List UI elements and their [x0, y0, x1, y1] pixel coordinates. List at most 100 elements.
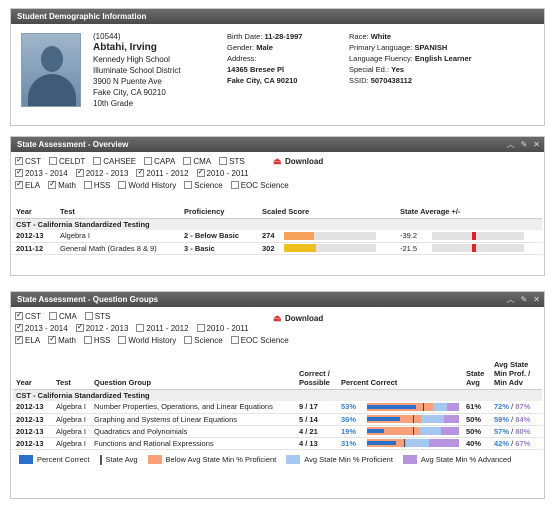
checkbox-box[interactable]: [144, 157, 153, 165]
checkbox-box[interactable]: [84, 312, 93, 320]
checkbox-box[interactable]: [15, 167, 23, 177]
checkbox-box[interactable]: [196, 167, 205, 177]
checkbox-box[interactable]: [15, 310, 23, 320]
checkbox-box[interactable]: [48, 179, 57, 189]
subject-filter-checkbox[interactable]: EOC Science: [230, 336, 289, 345]
legend-line: [99, 454, 102, 465]
min-prof-value[interactable]: 59%: [494, 415, 509, 424]
subject-filter-checkbox[interactable]: Science: [184, 336, 223, 345]
subject-filter-checkbox[interactable]: ELA: [15, 334, 40, 345]
close-icon[interactable]: ✕: [533, 292, 540, 307]
year-filter-checkbox[interactable]: 2013 - 2014: [15, 167, 68, 178]
score-bar: [284, 244, 376, 252]
groups-download-label: Download: [285, 314, 324, 323]
checkbox-box[interactable]: [196, 324, 205, 332]
sped-label: Special Ed.:: [349, 65, 390, 74]
test-filter-checkbox[interactable]: CMA: [49, 312, 77, 321]
test-filter-checkbox[interactable]: CMA: [183, 157, 211, 166]
subject-filter-checkbox[interactable]: HSS: [83, 181, 110, 190]
checkbox-box[interactable]: [184, 181, 193, 189]
col-test: Test: [56, 378, 71, 387]
checkbox-box[interactable]: [83, 181, 92, 189]
min-prof-value[interactable]: 57%: [494, 427, 509, 436]
collapse-icon[interactable]: ︿: [507, 137, 515, 152]
table-row: 2012-13 Algebra I Graphing and Systems of …: [13, 413, 542, 425]
row-scaled-score: 274: [259, 230, 397, 242]
checkbox-box[interactable]: [184, 336, 193, 344]
min-prof-value[interactable]: 42%: [494, 439, 509, 448]
test-filter-checkbox[interactable]: STS: [219, 157, 245, 166]
year-filter-checkbox[interactable]: 2011 - 2012: [136, 167, 189, 178]
checkbox-box[interactable]: [118, 336, 127, 344]
edit-icon[interactable]: ✎: [521, 137, 528, 152]
year-filter-checkbox[interactable]: 2012 - 2013: [75, 322, 128, 333]
test-filter-checkbox[interactable]: CST: [15, 310, 41, 321]
checkbox-box[interactable]: [49, 157, 57, 165]
subject-filter-checkbox[interactable]: Science: [184, 181, 223, 190]
checkbox-box[interactable]: [230, 181, 239, 189]
year-filter-checkbox[interactable]: 2010 - 2011: [196, 324, 249, 333]
year-filter-checkbox[interactable]: 2010 - 2011: [196, 167, 249, 178]
percent-value[interactable]: 19%: [341, 427, 363, 436]
percent-value[interactable]: 36%: [341, 415, 363, 424]
checkbox-box[interactable]: [136, 324, 145, 332]
checkbox-box[interactable]: [230, 336, 239, 344]
min-adv-value[interactable]: 80%: [515, 427, 530, 436]
subject-filter-label: World History: [128, 180, 177, 190]
checkbox-box[interactable]: [15, 155, 23, 165]
subject-filter-checkbox[interactable]: HSS: [83, 336, 110, 345]
subject-filter-checkbox[interactable]: Math: [48, 334, 76, 345]
subject-filter-checkbox[interactable]: World History: [118, 181, 176, 190]
checkbox-box[interactable]: [48, 334, 57, 344]
checkbox-box[interactable]: [183, 157, 192, 165]
subject-filter-checkbox[interactable]: EOC Science: [230, 181, 289, 190]
subject-filter-checkbox[interactable]: Math: [48, 179, 76, 190]
overview-download-button[interactable]: ⏏ Download: [273, 157, 323, 167]
checkbox-box[interactable]: [219, 157, 228, 165]
col-year: Year: [16, 378, 32, 387]
checkbox-box[interactable]: [93, 157, 102, 165]
sped-value: Yes: [391, 65, 405, 74]
subject-filter-checkbox[interactable]: ELA: [15, 179, 40, 190]
test-filter-checkbox[interactable]: CAHSEE: [93, 157, 136, 166]
row-year: 2012-13: [16, 414, 44, 424]
legend-item: Below Avg State Min % Proficient: [147, 455, 276, 464]
race-label: Race:: [349, 32, 369, 41]
subject-filter-checkbox[interactable]: World History: [118, 336, 176, 345]
avatar: [21, 33, 81, 107]
min-adv-value[interactable]: 84%: [515, 415, 530, 424]
min-adv-value[interactable]: 67%: [515, 439, 530, 448]
test-filter-checkbox[interactable]: CST: [15, 155, 41, 166]
checkbox-box[interactable]: [15, 179, 23, 189]
year-filter-checkbox[interactable]: 2011 - 2012: [136, 324, 189, 333]
checkbox-box[interactable]: [75, 322, 84, 332]
legend-item: Percent Correct: [19, 455, 90, 464]
row-percent-correct: 31%: [338, 437, 463, 449]
checkbox-box[interactable]: [49, 312, 57, 320]
overview-panel: State Assessment - Overview ︿ ✎ ✕ CST CEL…: [10, 136, 545, 276]
checkbox-box[interactable]: [136, 167, 145, 177]
score-value: 274: [262, 231, 275, 241]
test-filter-checkbox[interactable]: CELDT: [49, 157, 85, 166]
min-prof-value[interactable]: 72%: [494, 402, 509, 411]
subject-filter-label: Math: [58, 335, 76, 345]
percent-value[interactable]: 31%: [341, 439, 363, 448]
checkbox-box[interactable]: [83, 336, 92, 344]
test-filter-checkbox[interactable]: STS: [84, 311, 111, 321]
edit-icon[interactable]: ✎: [521, 292, 528, 307]
race-value: White: [370, 32, 392, 41]
year-filter-checkbox[interactable]: 2012 - 2013: [75, 167, 128, 178]
min-adv-value[interactable]: 87%: [515, 402, 530, 411]
test-filter-label: STS: [94, 311, 111, 321]
year-filter-checkbox[interactable]: 2013 - 2014: [15, 322, 68, 333]
checkbox-box[interactable]: [15, 334, 23, 344]
checkbox-box[interactable]: [118, 181, 127, 189]
checkbox-box[interactable]: [15, 322, 23, 332]
test-filter-checkbox[interactable]: CAPA: [144, 157, 175, 166]
percent-value[interactable]: 53%: [341, 402, 363, 411]
row-state-avg: 50%: [466, 426, 482, 436]
close-icon[interactable]: ✕: [533, 137, 540, 152]
groups-download-button[interactable]: ⏏ Download: [273, 314, 324, 324]
collapse-icon[interactable]: ︿: [507, 292, 515, 307]
checkbox-box[interactable]: [75, 167, 84, 177]
